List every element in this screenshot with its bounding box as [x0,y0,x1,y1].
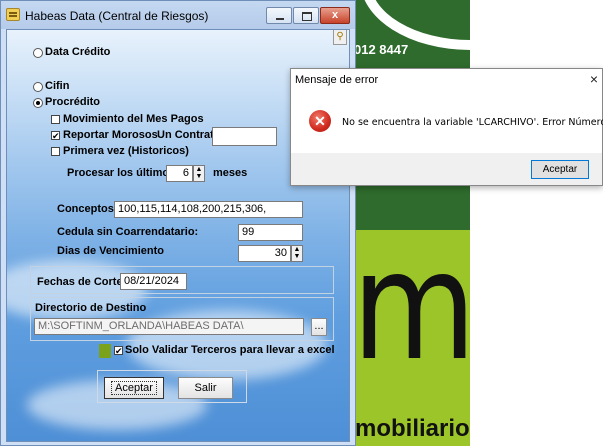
conceptos-input[interactable]: 100,115,114,108,200,215,306, [114,201,303,218]
movimiento-checkbox[interactable] [51,115,60,124]
movimiento-label[interactable]: Movimiento del Mes Pagos [63,113,204,125]
procesar-spinner[interactable]: ▲ ▼ [193,165,205,182]
window-titlebar[interactable]: Habeas Data (Central de Riesgos) x [1,1,355,29]
radio-procredito-label[interactable]: Procrédito [45,96,100,108]
error-dialog-close-button[interactable]: × [590,72,598,86]
procesar-label: Procesar los últimos [67,167,176,179]
cedula-input[interactable]: 99 [238,224,303,241]
app-icon [6,8,20,21]
meses-label: meses [213,167,248,179]
error-icon: ✕ [309,110,331,132]
un-contrato-label: Un Contrato [157,129,221,141]
solo-validar-label[interactable]: Solo Validar Terceros para llevar a exce… [125,344,335,356]
conceptos-label: Conceptos [57,203,114,215]
close-button[interactable]: x [320,7,350,24]
error-dialog-title: Mensaje de error [295,74,379,86]
directorio-input[interactable]: M:\SOFTINM_ORLANDA\HABEAS DATA\ [34,318,304,335]
reportar-morosos-label[interactable]: Reportar Morosos [63,129,158,141]
dias-input[interactable]: 30 [238,245,291,262]
background-desktop [470,0,603,446]
reportar-morosos-checkbox[interactable]: ✔ [51,131,60,141]
aceptar-button[interactable]: Aceptar [104,377,164,399]
directorio-label: Directorio de Destino [35,302,147,314]
aceptar-button-label: Aceptar [111,381,157,395]
background-logo-letter: m [352,220,477,394]
procesar-input[interactable]: 6 [166,165,193,182]
primera-vez-checkbox[interactable] [51,147,60,156]
fechas-input[interactable]: 08/21/2024 [120,273,187,290]
solo-validar-highlight [99,344,111,358]
radio-procredito[interactable] [33,98,43,108]
radio-cifin[interactable] [33,82,43,92]
error-message: No se encuentra la variable 'LCARCHIVO'.… [342,117,603,128]
salir-button[interactable]: Salir [178,377,233,399]
habeas-data-window: Habeas Data (Central de Riesgos) x ⚲ Dat… [0,0,356,446]
radio-cifin-label[interactable]: Cifin [45,80,69,92]
solo-validar-checkbox[interactable]: ✔ [114,346,123,356]
maximize-button[interactable] [293,7,319,24]
primera-vez-label[interactable]: Primera vez (Historicos) [63,145,189,157]
radio-data-credito-label[interactable]: Data Crédito [45,46,110,58]
key-icon[interactable]: ⚲ [333,30,347,45]
error-dialog: Mensaje de error × ✕ No se encuentra la … [290,68,603,186]
background-phone-text: 012 8447 [354,42,409,57]
dias-spinner[interactable]: ▲ ▼ [291,245,303,262]
un-contrato-input[interactable] [212,127,277,146]
radio-data-credito[interactable] [33,48,43,58]
fechas-label: Fechas de Corte [37,276,123,288]
cedula-label: Cedula sin Coarrendatario: [57,226,199,238]
minimize-button[interactable] [266,7,292,24]
browse-directory-button[interactable]: ... [311,318,327,336]
error-dialog-titlebar[interactable]: Mensaje de error × [291,69,602,91]
dias-label: Dias de Vencimiento [57,245,164,257]
error-dialog-ok-button[interactable]: Aceptar [531,160,589,179]
error-dialog-body: ✕ No se encuentra la variable 'LCARCHIVO… [291,91,603,153]
window-title: Habeas Data (Central de Riesgos) [25,9,209,23]
background-logo-word: mobiliario [355,415,470,442]
